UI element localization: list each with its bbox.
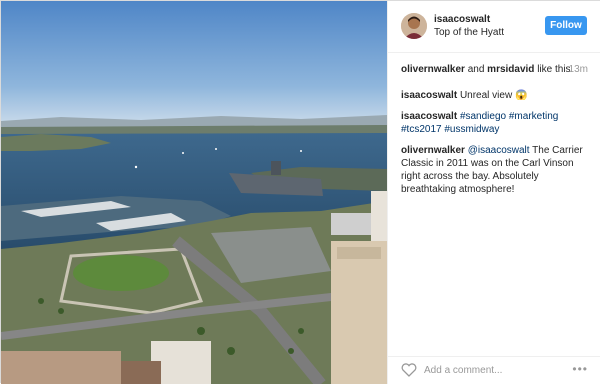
comment-username[interactable]: isaacoswalt [401, 111, 457, 122]
avatar[interactable] [401, 13, 427, 39]
comment-list: isaacoswalt Unreal view 😱 isaacoswalt #s… [401, 89, 589, 204]
instagram-post: isaacoswalt Top of the Hyatt Follow oliv… [0, 0, 600, 384]
comment-item: isaacoswalt Unreal view 😱 [401, 89, 589, 102]
post-sidebar: isaacoswalt Top of the Hyatt Follow oliv… [387, 1, 600, 384]
comment-username[interactable]: isaacoswalt [401, 90, 457, 101]
post-timestamp[interactable]: 13m [569, 64, 588, 75]
post-header: isaacoswalt Top of the Hyatt Follow [388, 1, 600, 53]
comment-mention[interactable]: @isaacoswalt [468, 145, 530, 156]
likes-suffix: like this [537, 64, 571, 75]
likes-row: olivernwalker and mrsidavid like this [401, 64, 589, 75]
post-photo[interactable] [1, 1, 387, 384]
add-comment-input[interactable]: Add a comment... [424, 365, 502, 376]
heart-icon[interactable] [401, 363, 417, 377]
more-options-icon[interactable]: ••• [572, 362, 588, 376]
comment-text: Unreal view 😱 [459, 90, 528, 101]
comment-item: olivernwalker @isaacoswalt The Carrier C… [401, 144, 589, 196]
post-location[interactable]: Top of the Hyatt [434, 27, 504, 38]
like-user-2[interactable]: mrsidavid [487, 64, 534, 75]
follow-button[interactable]: Follow [545, 16, 587, 35]
comment-item: isaacoswalt #sandiego #marketing #tcs201… [401, 110, 589, 136]
comment-username[interactable]: olivernwalker [401, 145, 465, 156]
like-user-1[interactable]: olivernwalker [401, 64, 465, 75]
likes-and: and [467, 64, 485, 75]
san-diego-bay-photo [1, 1, 387, 384]
avatar-image [401, 13, 427, 39]
post-username[interactable]: isaacoswalt [434, 14, 490, 25]
post-footer: Add a comment... ••• [388, 356, 600, 384]
